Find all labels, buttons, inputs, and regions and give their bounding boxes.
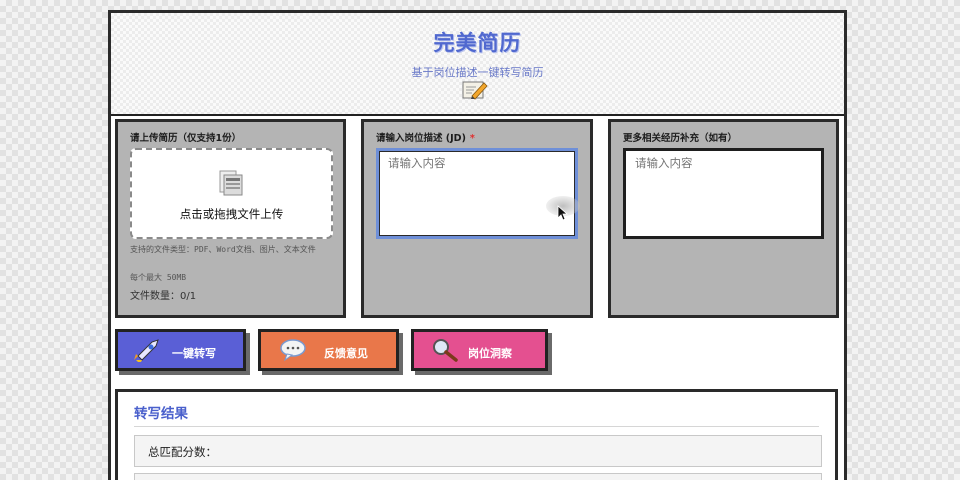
upload-drop-text: 点击或拖拽文件上传 bbox=[179, 207, 284, 221]
jd-label: 请输入岗位描述 (JD) * bbox=[376, 130, 475, 144]
file-count: 文件数量：0/1 bbox=[130, 291, 197, 302]
page-header: 完美简历 基于岗位描述一键转写简历 bbox=[111, 13, 844, 116]
result-divider bbox=[134, 426, 819, 427]
result-section: 转写结果 总匹配分数： bbox=[115, 389, 838, 480]
rewrite-button-label: 一键转写 bbox=[172, 347, 216, 360]
jd-label-text: 请输入岗位描述 (JD) bbox=[376, 133, 466, 144]
page-title: 完美简历 bbox=[433, 31, 522, 55]
total-score-row: 总匹配分数： bbox=[134, 435, 822, 467]
job-insight-button[interactable]: 岗位洞察 bbox=[411, 329, 548, 371]
jd-input[interactable] bbox=[376, 148, 578, 239]
upload-panel: 请上传简历（仅支持1份） 点击或拖拽文件上传 支持的文件类型：PDF、Word文… bbox=[115, 119, 346, 318]
feedback-button-label: 反馈意见 bbox=[324, 347, 368, 360]
mouse-cursor-icon bbox=[557, 205, 569, 221]
result-title: 转写结果 bbox=[134, 406, 188, 422]
upload-dropzone[interactable]: 点击或拖拽文件上传 bbox=[130, 148, 333, 239]
extra-experience-input[interactable] bbox=[623, 148, 824, 239]
max-size-hint: 每个最大 50MB bbox=[130, 273, 187, 282]
pencil-icon bbox=[462, 81, 488, 100]
extra-experience-panel: 更多相关经历补充（如有） bbox=[608, 119, 839, 318]
job-insight-button-label: 岗位洞察 bbox=[468, 347, 512, 360]
file-stack-icon bbox=[219, 170, 243, 196]
page-subtitle: 基于岗位描述一键转写简历 bbox=[411, 66, 544, 79]
feedback-button[interactable]: 反馈意见 bbox=[258, 329, 399, 371]
upload-label: 请上传简历（仅支持1份） bbox=[130, 133, 242, 144]
total-score-label: 总匹配分数： bbox=[148, 445, 217, 459]
required-mark: * bbox=[469, 133, 475, 144]
rewrite-button[interactable]: 一键转写 bbox=[115, 329, 246, 371]
extra-experience-label: 更多相关经历补充（如有） bbox=[623, 133, 738, 144]
magnifier-icon bbox=[433, 339, 458, 362]
result-detail-row bbox=[134, 473, 822, 480]
rocket-icon bbox=[134, 339, 159, 362]
supported-types-hint: 支持的文件类型：PDF、Word文档、图片、文本文件 bbox=[130, 245, 316, 254]
speech-bubble-icon bbox=[280, 339, 306, 362]
